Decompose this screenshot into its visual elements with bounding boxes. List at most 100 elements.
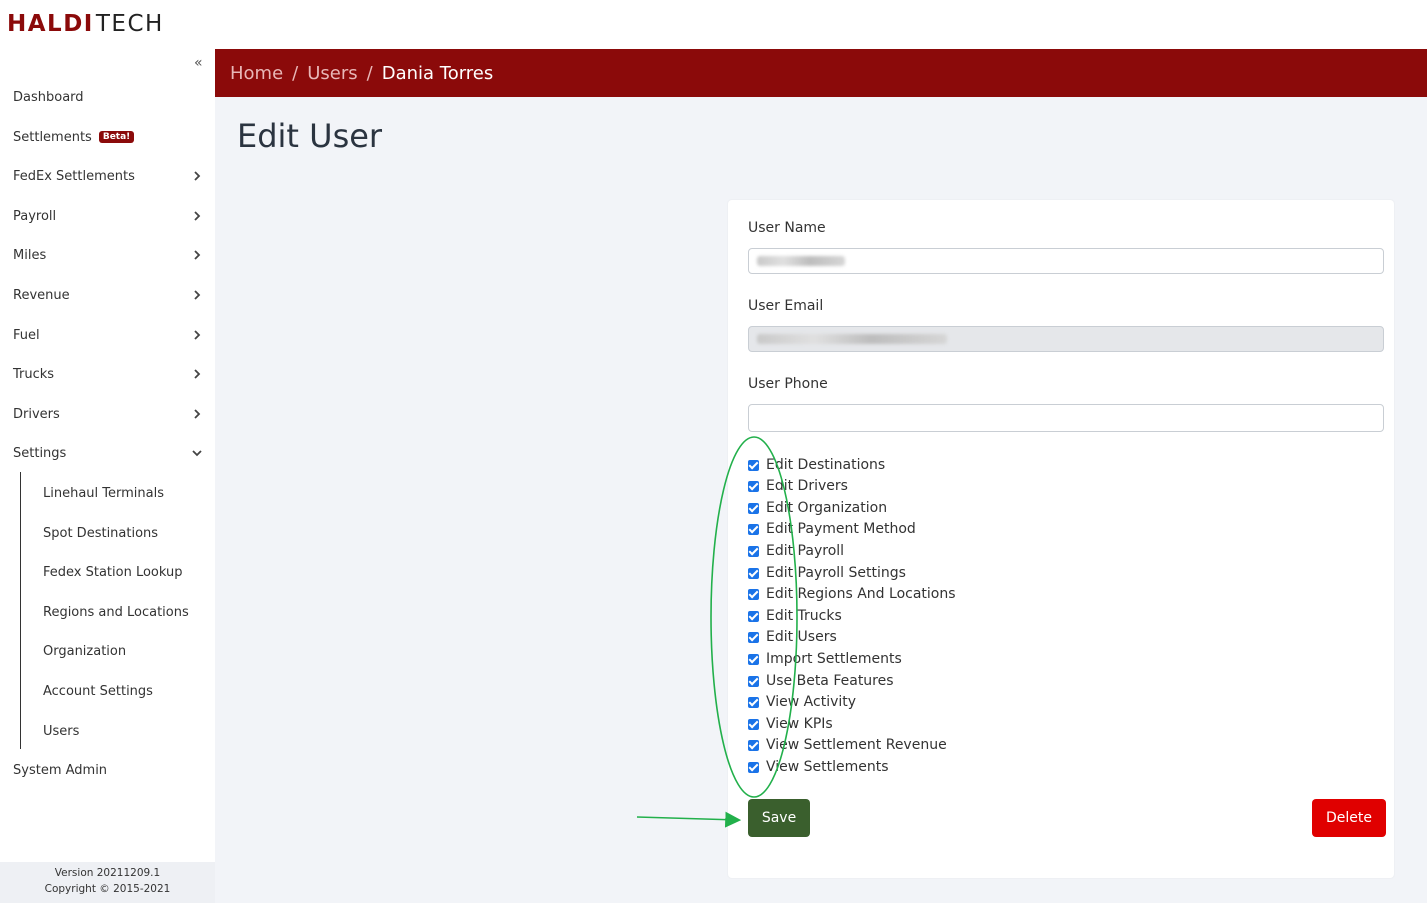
sidebar-item-label: Payroll xyxy=(13,208,57,224)
user-phone-label: User Phone xyxy=(748,376,828,392)
sidebar-subitem-label: Spot Destinations xyxy=(43,525,159,541)
checkbox-checked[interactable] xyxy=(748,653,759,665)
sidebar-item-revenue[interactable]: Revenue xyxy=(13,284,203,306)
breadcrumb-users[interactable]: Users xyxy=(307,63,357,84)
sidebar-item-label: Revenue xyxy=(13,287,70,303)
sidebar-item-fuel[interactable]: Fuel xyxy=(13,324,203,346)
permission-item[interactable]: View KPIs xyxy=(748,714,833,734)
permission-item[interactable]: Edit Payroll xyxy=(748,541,844,561)
user-name-input[interactable] xyxy=(748,248,1384,274)
sidebar-item-fedex-settlements[interactable]: FedEx Settlements xyxy=(13,165,203,187)
permission-label: Edit Regions And Locations xyxy=(766,586,956,602)
permission-label: Use Beta Features xyxy=(766,673,894,689)
sidebar-item-settings[interactable]: Settings xyxy=(13,442,203,464)
delete-button[interactable]: Delete xyxy=(1312,799,1386,837)
checkbox-checked[interactable] xyxy=(748,696,759,708)
permission-item[interactable]: Use Beta Features xyxy=(748,671,894,691)
sidebar-item-miles[interactable]: Miles xyxy=(13,244,203,266)
checkbox-checked[interactable] xyxy=(748,761,759,773)
permission-item[interactable]: Edit Destinations xyxy=(748,455,885,475)
permission-label: Edit Payroll xyxy=(766,543,845,559)
permission-item[interactable]: Edit Trucks xyxy=(748,606,842,626)
sidebar-item-system-admin[interactable]: System Admin xyxy=(13,759,203,781)
permission-item[interactable]: Import Settlements xyxy=(748,649,902,669)
chevron-down-icon xyxy=(192,450,202,457)
checkbox-checked[interactable] xyxy=(748,739,759,751)
sidebar-item-label: System Admin xyxy=(13,762,108,778)
permission-item[interactable]: Edit Payroll Settings xyxy=(748,563,906,583)
permission-label: Edit Drivers xyxy=(766,478,848,494)
sidebar-subitem-label: Account Settings xyxy=(43,683,153,699)
checkbox-checked[interactable] xyxy=(748,523,759,535)
breadcrumb-current: Dania Torres xyxy=(381,62,494,84)
checkbox-checked[interactable] xyxy=(748,675,759,687)
sidebar-item-trucks[interactable]: Trucks xyxy=(13,363,203,385)
permission-item[interactable]: Edit Users xyxy=(748,627,837,647)
checkbox-checked[interactable] xyxy=(748,480,759,492)
sidebar-item-label: Trucks xyxy=(13,366,55,382)
checkbox-checked[interactable] xyxy=(748,631,759,643)
redacted-user-name xyxy=(757,256,845,266)
breadcrumb-bar: Home / Users / Dania Torres xyxy=(215,49,1427,97)
checkbox-checked[interactable] xyxy=(748,502,759,514)
permission-label: View Settlement Revenue xyxy=(766,737,947,753)
permission-item[interactable]: Edit Regions And Locations xyxy=(748,584,956,604)
checkbox-checked[interactable] xyxy=(748,567,759,579)
logo-part-1: HALDI xyxy=(7,11,94,37)
breadcrumb-separator: / xyxy=(366,62,373,84)
permission-label: Edit Payroll Settings xyxy=(766,565,906,581)
brand-logo[interactable]: HALDI TECH xyxy=(7,8,164,40)
redacted-user-email xyxy=(757,334,947,344)
checkbox-checked[interactable] xyxy=(748,588,759,600)
permission-item[interactable]: Edit Drivers xyxy=(748,476,848,496)
breadcrumb-separator: / xyxy=(292,62,299,84)
permission-label: Edit Payment Method xyxy=(766,521,916,537)
logo-part-2: TECH xyxy=(95,11,164,37)
permission-item[interactable]: Edit Payment Method xyxy=(748,519,916,539)
double-chevron-left-icon[interactable]: « xyxy=(194,55,203,71)
user-email-input xyxy=(748,326,1384,352)
checkbox-checked[interactable] xyxy=(748,718,759,730)
sidebar-subitem-account-settings[interactable]: Account Settings xyxy=(43,680,208,702)
permission-item[interactable]: Edit Organization xyxy=(748,498,887,518)
breadcrumb-home[interactable]: Home xyxy=(230,63,283,84)
sidebar-item-payroll[interactable]: Payroll xyxy=(13,205,203,227)
sidebar-subitem-spot-destinations[interactable]: Spot Destinations xyxy=(43,522,208,544)
sidebar-subitem-label: Users xyxy=(43,723,80,739)
sidebar-subitem-linehaul-terminals[interactable]: Linehaul Terminals xyxy=(43,482,208,504)
permission-label: Edit Users xyxy=(766,629,837,645)
permission-item[interactable]: View Settlement Revenue xyxy=(748,735,947,755)
beta-badge: Beta! xyxy=(98,131,135,143)
chevron-right-icon xyxy=(194,330,201,340)
user-name-label: User Name xyxy=(748,220,826,236)
sidebar-subitem-users[interactable]: Users xyxy=(43,720,208,742)
sidebar-item-drivers[interactable]: Drivers xyxy=(13,403,203,425)
sidebar-subitem-label: Fedex Station Lookup xyxy=(43,564,183,580)
checkbox-checked[interactable] xyxy=(748,610,759,622)
chevron-right-icon xyxy=(194,250,201,260)
sidebar-item-settlements[interactable]: Settlements Beta! xyxy=(13,126,203,148)
chevron-right-icon xyxy=(194,211,201,221)
chevron-right-icon xyxy=(194,290,201,300)
sidebar-item-label: Drivers xyxy=(13,406,60,422)
permission-label: Import Settlements xyxy=(766,651,902,667)
sidebar-item-label: FedEx Settlements xyxy=(13,168,135,184)
sidebar-subitem-label: Regions and Locations xyxy=(43,604,189,620)
edit-user-card: User Name User Email User Phone Edit Des… xyxy=(728,200,1394,878)
sidebar-item-dashboard[interactable]: Dashboard xyxy=(13,86,203,108)
sidebar-subitem-fedex-station-lookup[interactable]: Fedex Station Lookup xyxy=(43,561,208,583)
permission-item[interactable]: View Settlements xyxy=(748,757,889,777)
checkbox-checked[interactable] xyxy=(748,545,759,557)
save-button[interactable]: Save xyxy=(748,799,810,837)
permission-item[interactable]: View Activity xyxy=(748,692,856,712)
chevron-right-icon xyxy=(194,171,201,181)
sidebar-item-label: Dashboard xyxy=(13,89,84,105)
sidebar-subitem-regions-and-locations[interactable]: Regions and Locations xyxy=(43,601,208,623)
page-title: Edit User xyxy=(237,117,383,155)
sidebar-item-label: Miles xyxy=(13,247,47,263)
version-text: Version 20211209.1 xyxy=(54,867,161,879)
checkbox-checked[interactable] xyxy=(748,459,759,471)
sidebar-subitem-organization[interactable]: Organization xyxy=(43,640,208,662)
chevron-right-icon xyxy=(194,409,201,419)
user-phone-input[interactable] xyxy=(748,404,1384,432)
